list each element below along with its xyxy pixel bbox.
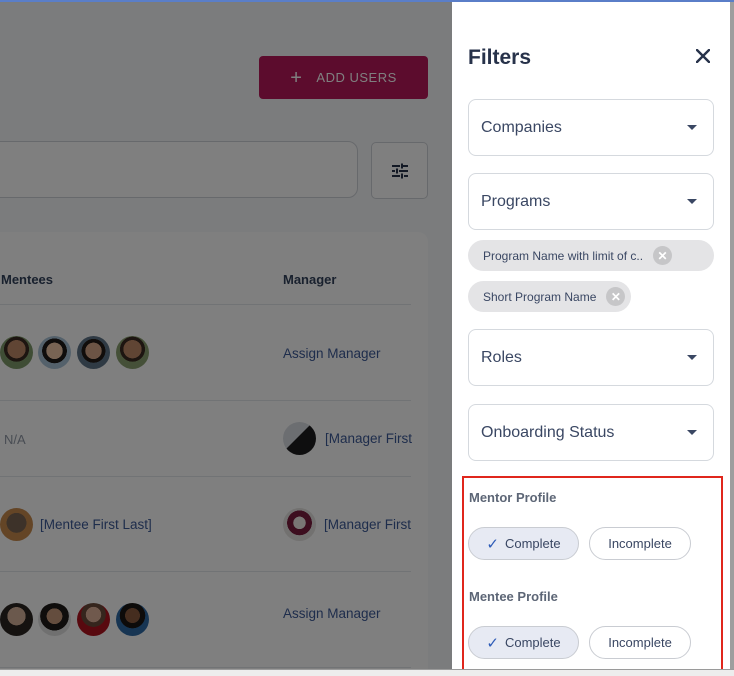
companies-select[interactable]: Companies [468, 99, 714, 156]
program-chip: Short Program Name ✕ [468, 281, 632, 312]
mentor-complete-label: Complete [504, 536, 561, 551]
mentee-incomplete-label: Incomplete [608, 635, 672, 650]
remove-chip-icon[interactable]: ✕ [653, 246, 673, 265]
onboarding-status-select-label: Onboarding Status [481, 423, 615, 441]
roles-select[interactable]: Roles [468, 329, 714, 386]
filters-title: Filters [468, 46, 532, 69]
filters-panel: Filters Companies Programs Program Name … [452, 2, 734, 669]
program-chip: Program Name with limit of c.. ✕ [468, 240, 714, 271]
programs-select-label: Programs [481, 192, 551, 210]
companies-select-label: Companies [481, 118, 562, 136]
close-icon [696, 49, 710, 63]
chevron-down-icon [687, 125, 697, 130]
users-page: + ADD USERS Mentees Manager Assign Manag… [0, 2, 452, 669]
mentor-complete-toggle[interactable]: ✓ Complete [468, 527, 579, 560]
close-filters-button[interactable] [692, 45, 714, 67]
modal-backdrop[interactable] [0, 2, 452, 669]
chevron-down-icon [687, 355, 697, 360]
chevron-down-icon [687, 430, 697, 435]
onboarding-status-select[interactable]: Onboarding Status [468, 404, 714, 461]
mentor-incomplete-label: Incomplete [608, 536, 672, 551]
mentee-incomplete-toggle[interactable]: Incomplete [589, 626, 691, 659]
check-icon: ✓ [486, 634, 499, 652]
mentor-incomplete-toggle[interactable]: Incomplete [589, 527, 691, 560]
mentee-profile-label: Mentee Profile [469, 589, 558, 604]
app-frame: + ADD USERS Mentees Manager Assign Manag… [0, 0, 734, 669]
chevron-down-icon [687, 199, 697, 204]
mentee-complete-toggle[interactable]: ✓ Complete [468, 626, 579, 659]
roles-select-label: Roles [481, 348, 522, 366]
mentor-profile-label: Mentor Profile [469, 490, 557, 505]
program-chip-label: Program Name with limit of c.. [483, 248, 644, 263]
check-icon: ✓ [486, 535, 499, 553]
window-bottom-edge [0, 669, 734, 676]
program-chip-label: Short Program Name [483, 289, 597, 304]
remove-chip-icon[interactable]: ✕ [606, 287, 626, 306]
programs-select[interactable]: Programs [468, 173, 714, 230]
mentee-complete-label: Complete [504, 635, 561, 650]
